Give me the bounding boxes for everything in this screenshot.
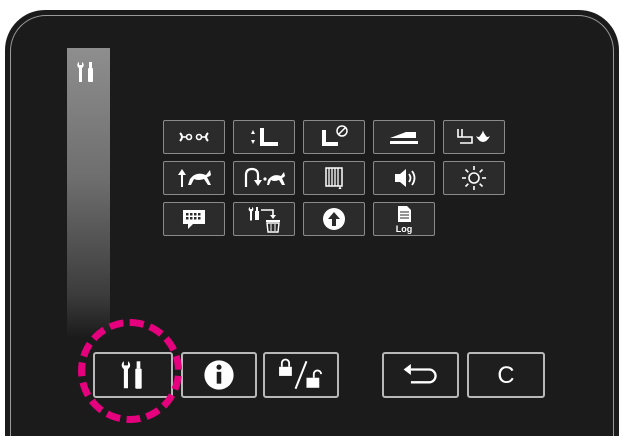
- speed-up-icon: [178, 169, 211, 187]
- brightness-icon: [462, 166, 486, 190]
- volume-icon: [395, 169, 416, 187]
- bobbin-counter-icon: [325, 167, 343, 189]
- thread-trimmer-button[interactable]: [163, 120, 225, 154]
- speed-up-button[interactable]: [163, 161, 225, 195]
- sidebar: [67, 48, 110, 338]
- reset-settings-icon: [248, 207, 280, 233]
- upload-button[interactable]: [303, 202, 365, 236]
- reverse-speed-button[interactable]: [233, 161, 295, 195]
- presser-foot-lift-icon: [251, 128, 278, 146]
- clear-icon: C: [497, 363, 514, 389]
- reset-settings-button[interactable]: [233, 202, 295, 236]
- info-button[interactable]: [181, 352, 257, 398]
- reverse-speed-icon: [244, 167, 285, 187]
- upload-icon: [323, 208, 345, 230]
- tools-icon: [77, 62, 93, 82]
- presser-foot-lift-button[interactable]: [233, 120, 295, 154]
- needle-light-icon: [457, 129, 490, 144]
- keyboard-button[interactable]: [163, 202, 225, 236]
- log-label: Log: [396, 224, 413, 234]
- needle-light-button[interactable]: [443, 120, 505, 154]
- back-button[interactable]: [382, 352, 459, 398]
- bobbin-counter-button[interactable]: [303, 161, 365, 195]
- bed-stitch-icon: [390, 132, 418, 144]
- clear-label: C: [497, 363, 514, 389]
- log-button[interactable]: Log: [373, 202, 435, 236]
- info-icon: [204, 360, 234, 390]
- thread-trimmer-icon: [179, 132, 209, 142]
- keyboard-icon: [183, 210, 205, 229]
- clear-button[interactable]: C: [467, 352, 545, 398]
- brightness-button[interactable]: [443, 161, 505, 195]
- function-grid: Log: [163, 120, 523, 236]
- bed-stitch-button[interactable]: [373, 120, 435, 154]
- control-panel: Log C: [5, 10, 619, 436]
- tools-button[interactable]: [93, 352, 173, 398]
- volume-button[interactable]: [373, 161, 435, 195]
- lock-unlock-icon: [279, 358, 322, 390]
- presser-foot-lock-icon: [322, 125, 348, 146]
- lock-unlock-button[interactable]: [263, 352, 339, 398]
- back-icon: [403, 364, 437, 384]
- tools-icon: [121, 361, 142, 389]
- log-icon: Log: [396, 206, 413, 234]
- presser-foot-lock-button[interactable]: [303, 120, 365, 154]
